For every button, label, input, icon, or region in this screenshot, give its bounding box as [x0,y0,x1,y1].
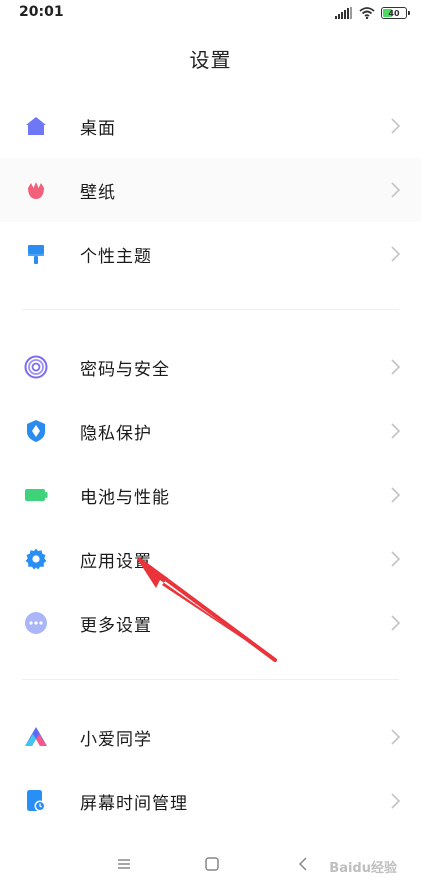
settings-item-label: 密码与安全 [80,359,170,380]
menu-icon[interactable] [115,856,133,872]
wifi-icon [359,7,375,19]
settings-item-label: 应用设置 [80,551,152,572]
fingerprint-icon [24,355,48,379]
chevron-right-icon [391,729,401,745]
brush-icon [24,242,48,266]
settings-item-desktop[interactable]: 桌面 [0,94,421,158]
settings-item-label: 屏幕时间管理 [80,793,188,814]
chevron-right-icon [391,182,401,198]
settings-item-battery-performance[interactable]: 电池与性能 [0,463,421,527]
battery-icon [24,483,48,507]
settings-item-label: 壁纸 [80,182,116,203]
settings-item-label: 桌面 [80,118,116,139]
settings-item-label: 更多设置 [80,615,152,636]
section-divider [22,309,399,310]
status-time: 20:01 [19,4,64,20]
settings-item-privacy[interactable]: 隐私保护 [0,399,421,463]
settings-item-label: 个性主题 [80,246,152,267]
settings-item-theme[interactable]: 个性主题 [0,222,421,286]
tulip-icon [24,178,48,202]
settings-item-wallpaper[interactable]: 壁纸 [0,158,421,222]
status-bar: 20:01 40 [0,0,421,26]
chevron-right-icon [391,423,401,439]
back-icon[interactable] [295,856,313,872]
page-title: 设置 [189,48,232,72]
battery-level: 40 [388,8,400,18]
home-square-icon[interactable] [203,856,221,872]
chevron-right-icon [391,359,401,375]
settings-item-more-settings[interactable]: 更多设置 [0,591,421,655]
gear-icon [24,547,48,571]
chevron-right-icon [391,793,401,809]
settings-item-label: 电池与性能 [80,487,170,508]
battery-icon: 40 [381,7,410,19]
settings-item-xiaoai[interactable]: 小爱同学 [0,705,421,769]
chevron-right-icon [391,615,401,631]
screen-time-icon [24,789,48,813]
signal-icon [335,7,352,19]
xiaoai-icon [24,725,48,749]
settings-item-password-security[interactable]: 密码与安全 [0,335,421,399]
chevron-right-icon [391,487,401,503]
chevron-right-icon [391,246,401,262]
chevron-right-icon [391,551,401,567]
home-icon [24,114,48,138]
settings-item-screen-time[interactable]: 屏幕时间管理 [0,769,421,833]
section-divider [22,679,399,680]
chevron-right-icon [391,118,401,134]
status-icons: 40 [335,5,410,21]
watermark: Baidu经验 [329,861,397,876]
settings-item-label: 隐私保护 [80,423,152,444]
shield-icon [24,419,48,443]
more-icon [24,611,48,635]
settings-item-label: 小爱同学 [80,729,152,750]
settings-item-app-settings[interactable]: 应用设置 [0,527,421,591]
